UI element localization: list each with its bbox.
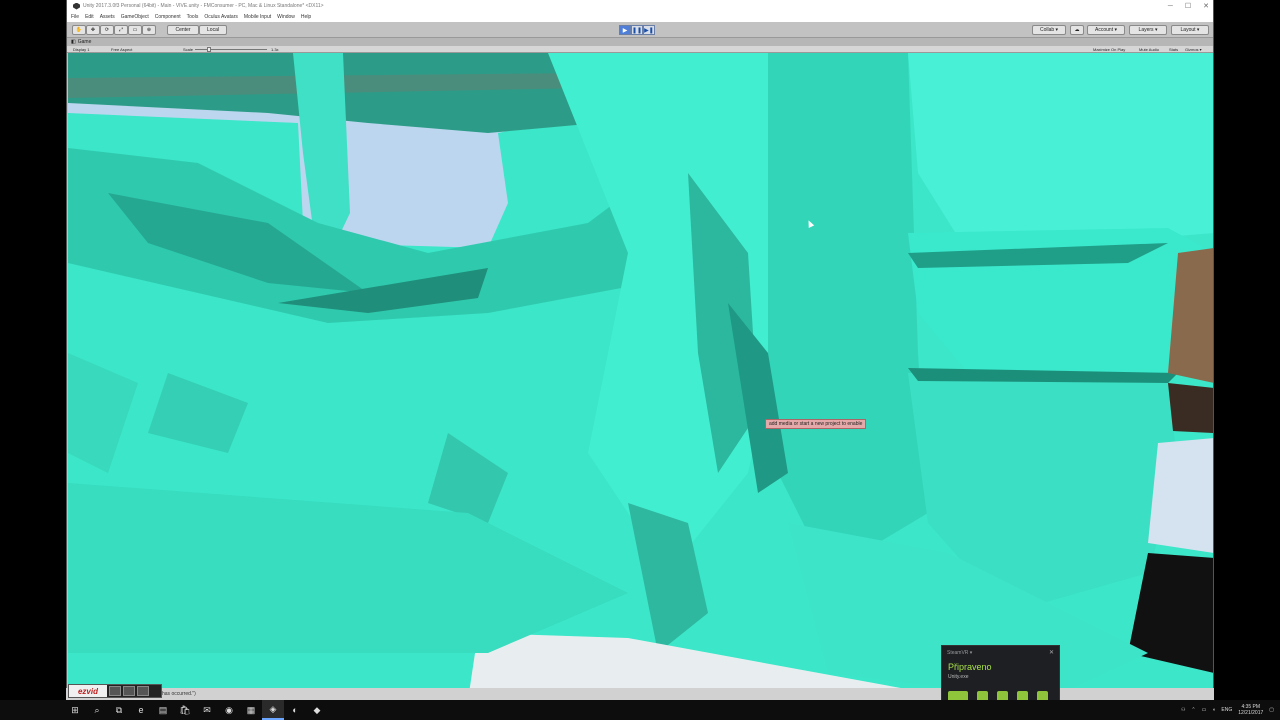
steamvr-header[interactable]: SteamVR ▾ — [947, 650, 972, 656]
hand-tool-icon[interactable]: ✋ — [72, 25, 86, 35]
game-tab-icon: ◧ — [71, 39, 76, 45]
menu-file[interactable]: File — [71, 14, 79, 20]
layers-dropdown[interactable]: Layers ▾ — [1129, 25, 1167, 35]
file-explorer-icon[interactable]: ▤ — [152, 700, 174, 720]
task-view-icon[interactable]: ⧉ — [108, 700, 130, 720]
store-icon[interactable]: 🛍 — [174, 700, 196, 720]
steam-icon[interactable]: ◐ — [284, 700, 306, 720]
unity-logo-icon — [73, 2, 80, 10]
viewport-tooltip: add media or start a new project to enab… — [765, 419, 867, 429]
game-tab-label: Game — [77, 39, 92, 45]
title-bar: Unity 2017.3.0f3 Personal (64bit) - Main… — [67, 0, 1213, 12]
transform-tool-icon[interactable]: ⊕ — [142, 25, 156, 35]
window-title: Unity 2017.3.0f3 Personal (64bit) - Main… — [83, 3, 324, 9]
keyboard-language[interactable]: ENG — [1221, 707, 1232, 713]
maximize-button[interactable]: ☐ — [1185, 2, 1191, 10]
rotate-tool-icon[interactable]: ⟳ — [100, 25, 114, 35]
layout-dropdown[interactable]: Layout ▾ — [1171, 25, 1209, 35]
account-dropdown[interactable]: Account ▾ — [1087, 25, 1125, 35]
mail-icon[interactable]: ✉ — [196, 700, 218, 720]
move-tool-icon[interactable]: ✥ — [86, 25, 100, 35]
ezvid-button-1[interactable] — [109, 686, 121, 696]
menu-help[interactable]: Help — [301, 14, 311, 20]
steamvr-status-title: Připraveno — [948, 662, 992, 672]
main-toolbar: ✋ ✥ ⟳ ⤢ ▭ ⊕ Center Local ▶ ❚❚ ▶❚ Collab … — [67, 22, 1213, 38]
cloud-icon[interactable]: ☁ — [1070, 25, 1084, 35]
ezvid-logo: ezvid — [69, 685, 107, 697]
steamvr-notification: SteamVR ▾ ✕ Připraveno Unity.exe — [941, 645, 1060, 705]
menu-bar: File Edit Assets GameObject Component To… — [67, 12, 1213, 22]
status-message[interactable]: has occurred.") — [162, 691, 196, 697]
scale-value: 1.3x — [271, 47, 279, 52]
game-viewport[interactable]: add media or start a new project to enab… — [68, 53, 1213, 700]
unity-window: Unity 2017.3.0f3 Personal (64bit) - Main… — [66, 0, 1214, 700]
game-tab[interactable]: ◧ Game — [67, 38, 1213, 46]
ezvid-recorder-widget: ezvid — [68, 684, 162, 698]
scan-mesh-render — [68, 53, 1213, 700]
clock-date: 12/21/2017 — [1238, 710, 1264, 716]
scale-label: Scale — [183, 47, 194, 52]
minimize-button[interactable]: ─ — [1168, 3, 1173, 10]
collab-button[interactable]: Collab ▾ — [1032, 25, 1066, 35]
menu-assets[interactable]: Assets — [100, 14, 115, 20]
ezvid-button-2[interactable] — [123, 686, 135, 696]
menu-edit[interactable]: Edit — [85, 14, 94, 20]
step-button[interactable]: ▶❚ — [643, 25, 655, 35]
system-tray: ⚇ ⌃ ▭ ◖ ENG 4:35 PM 12/21/2017 ▢ — [1181, 700, 1274, 720]
menu-oculus-avatars[interactable]: Oculus Avatars — [204, 14, 238, 20]
action-center-icon[interactable]: ▢ — [1269, 707, 1274, 713]
stats-toggle[interactable]: Stats — [1169, 47, 1178, 52]
game-view-toolbar: Display 1 Free Aspect Scale 1.3x Maximiz… — [67, 46, 1213, 53]
desktop: Unity 2017.3.0f3 Personal (64bit) - Main… — [0, 0, 1280, 720]
windows-taskbar: ⊞ ⌕ ⧉ e ▤ 🛍 ✉ ◉ ▦ ◈ ◐ ◆ ⚇ ⌃ ▭ ◖ ENG 4:35… — [0, 700, 1280, 720]
network-icon[interactable]: ▭ — [1202, 707, 1207, 713]
aspect-dropdown[interactable]: Free Aspect — [111, 47, 132, 52]
ezvid-button-3[interactable] — [137, 686, 149, 696]
mute-audio-toggle[interactable]: Mute Audio — [1139, 47, 1159, 52]
clock[interactable]: 4:35 PM 12/21/2017 — [1238, 704, 1263, 716]
play-controls: ▶ ❚❚ ▶❚ — [619, 25, 655, 35]
rect-tool-icon[interactable]: ▭ — [128, 25, 142, 35]
pivot-local-button[interactable]: Local — [199, 25, 227, 35]
steamvr-close-icon[interactable]: ✕ — [1049, 649, 1054, 656]
chrome-icon[interactable]: ◉ — [218, 700, 240, 720]
start-button-icon[interactable]: ⊞ — [64, 700, 86, 720]
steamvr-status-subtitle: Unity.exe — [948, 674, 969, 680]
scale-slider[interactable] — [195, 47, 267, 52]
people-icon[interactable]: ⚇ — [1181, 707, 1185, 713]
scale-slider-knob[interactable] — [207, 47, 211, 52]
gizmos-dropdown[interactable]: Gizmos ▾ — [1185, 47, 1202, 52]
menu-tools[interactable]: Tools — [187, 14, 199, 20]
scale-tool-icon[interactable]: ⤢ — [114, 25, 128, 35]
menu-component[interactable]: Component — [155, 14, 181, 20]
folder-app-icon[interactable]: ▦ — [240, 700, 262, 720]
search-icon[interactable]: ⌕ — [86, 700, 108, 720]
show-hidden-icons-icon[interactable]: ⌃ — [1191, 707, 1195, 713]
play-button[interactable]: ▶ — [619, 25, 631, 35]
maximize-on-play-toggle[interactable]: Maximize On Play — [1093, 47, 1125, 52]
menu-gameobject[interactable]: GameObject — [121, 14, 149, 20]
pivot-center-button[interactable]: Center — [167, 25, 199, 35]
volume-icon[interactable]: ◖ — [1212, 707, 1215, 713]
visual-studio-icon[interactable]: ◈ — [262, 700, 284, 720]
pause-button[interactable]: ❚❚ — [631, 25, 643, 35]
menu-mobile-input[interactable]: Mobile Input — [244, 14, 271, 20]
display-dropdown[interactable]: Display 1 — [73, 47, 89, 52]
close-button[interactable]: ✕ — [1203, 2, 1209, 10]
edge-browser-icon[interactable]: e — [130, 700, 152, 720]
unity-taskbar-icon[interactable]: ◆ — [306, 700, 328, 720]
menu-window[interactable]: Window — [277, 14, 295, 20]
